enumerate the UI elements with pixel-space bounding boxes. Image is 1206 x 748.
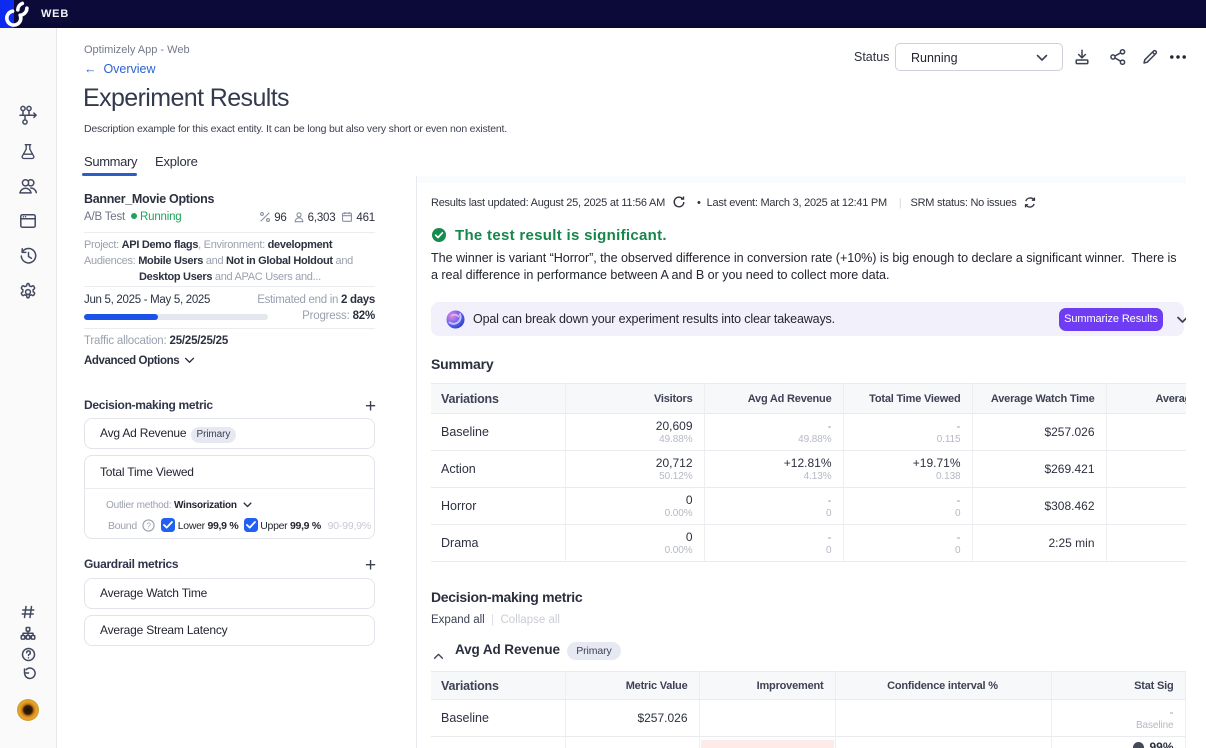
svg-text:?: ? (146, 521, 151, 530)
